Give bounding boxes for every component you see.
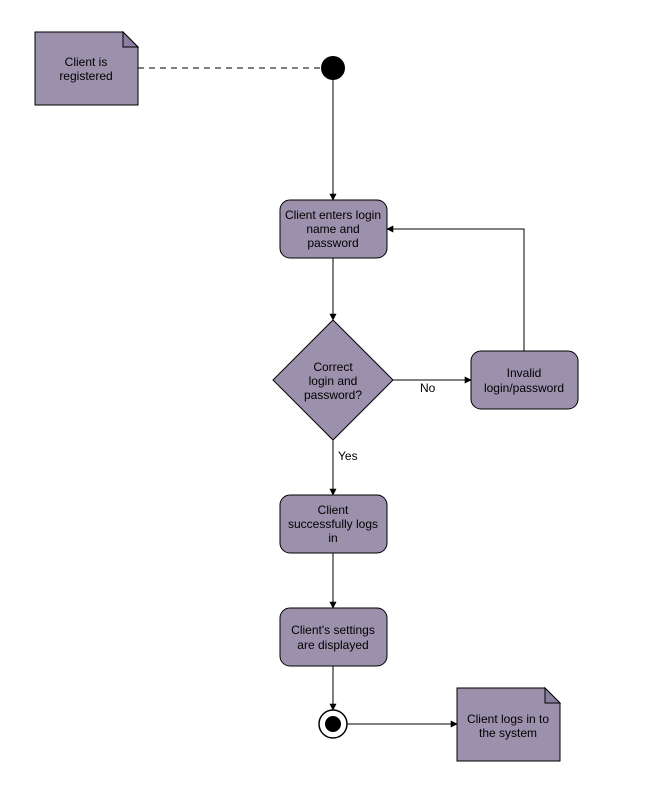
initial-node bbox=[321, 56, 345, 80]
decision-text-2: login and bbox=[309, 374, 358, 388]
label-yes: Yes bbox=[338, 449, 358, 463]
decision-text-1: Correct bbox=[313, 360, 353, 374]
edge-invalid-loopback bbox=[387, 229, 524, 351]
action-success-login: Client successfully logs in bbox=[280, 495, 387, 553]
action-invalid-login: Invalid login/password bbox=[471, 351, 578, 409]
action-invalid-text-1: Invalid bbox=[507, 366, 542, 380]
note-end-text-2: the system bbox=[479, 726, 537, 740]
action-settings-text-2: are displayed bbox=[297, 638, 368, 652]
decision-text-3: password? bbox=[304, 388, 362, 402]
action-success-text-3: in bbox=[328, 531, 337, 545]
decision-correct-login: Correct login and password? bbox=[273, 320, 393, 440]
action-enter-login-text-1: Client enters login bbox=[285, 208, 381, 222]
label-no: No bbox=[420, 381, 436, 395]
note-client-registered-text-1: Client is bbox=[65, 55, 108, 69]
action-success-text-1: Client bbox=[318, 503, 349, 517]
action-enter-login-text-2: name and bbox=[306, 222, 359, 236]
note-client-registered-text-2: registered bbox=[59, 69, 112, 83]
action-settings-displayed: Client's settings are displayed bbox=[280, 608, 387, 666]
action-invalid-text-2: login/password bbox=[484, 381, 564, 395]
action-success-text-2: successfully logs bbox=[288, 517, 378, 531]
action-settings-text-1: Client's settings bbox=[291, 623, 375, 637]
activity-diagram: Client is registered Client enters login… bbox=[0, 0, 650, 797]
action-enter-login-text-3: password bbox=[307, 236, 358, 250]
action-enter-login: Client enters login name and password bbox=[280, 200, 387, 258]
final-node bbox=[319, 710, 347, 738]
note-client-registered: Client is registered bbox=[35, 32, 138, 105]
note-end-text-1: Client logs in to bbox=[467, 712, 549, 726]
note-client-logs-in: Client logs in to the system bbox=[457, 688, 560, 761]
